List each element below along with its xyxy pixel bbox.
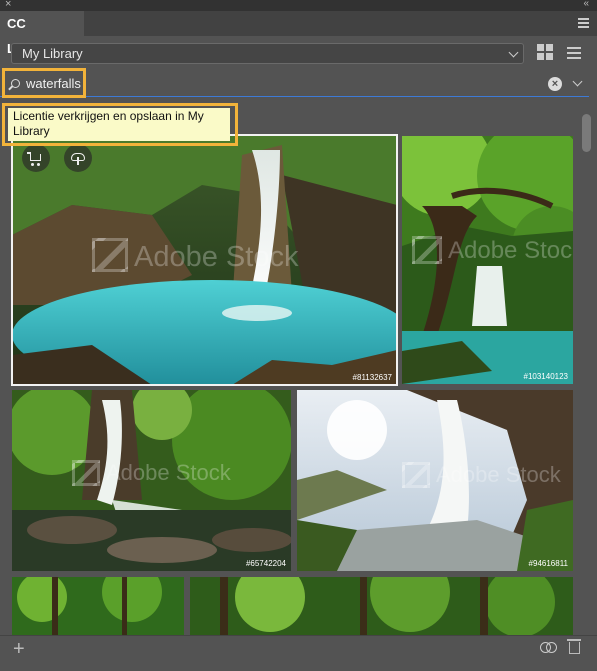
close-panel-icon[interactable]: ×	[5, 0, 11, 10]
stock-image	[190, 577, 573, 635]
library-dropdown[interactable]: My Library	[11, 43, 524, 64]
panel-footer	[0, 635, 597, 671]
library-dropdown-value: My Library	[22, 46, 83, 61]
search-bar	[0, 71, 589, 97]
license-tooltip: Licentie verkrijgen en opslaan in My Lib…	[8, 108, 230, 141]
image-id: #65742204	[245, 559, 286, 568]
stock-image-tile[interactable]: Adobe Stock #103140123	[402, 136, 573, 384]
panel-tab-bar: CC Libraries	[0, 11, 597, 56]
license-cart-icon[interactable]	[22, 144, 50, 172]
tab-cc-libraries[interactable]: CC Libraries	[0, 11, 84, 56]
stock-image-tile[interactable]: Adobe Stock #94616811	[297, 390, 573, 571]
stock-image	[12, 577, 184, 635]
clear-search-icon[interactable]: ×	[548, 77, 562, 91]
creative-cloud-sync-icon[interactable]	[540, 641, 558, 655]
panel-top-strip: × «	[0, 0, 597, 11]
list-view-button[interactable]	[563, 42, 585, 64]
stock-image-tile[interactable]	[12, 577, 184, 635]
grid-view-button[interactable]	[535, 42, 557, 64]
panel-menu-icon[interactable]	[578, 18, 589, 28]
stock-watermark: Adobe Stock	[402, 462, 561, 488]
image-id: #81132637	[352, 373, 392, 382]
stock-image-tile[interactable]: Adobe Stock #65742204	[12, 390, 291, 571]
stock-watermark: Adobe Stock	[92, 238, 298, 274]
save-to-library-icon[interactable]	[64, 144, 92, 172]
stock-watermark: Adobe Stock	[412, 236, 573, 265]
scrollbar[interactable]	[582, 108, 591, 633]
collapse-panel-icon[interactable]: «	[583, 0, 589, 9]
trash-icon[interactable]	[567, 639, 581, 654]
stock-image-tile[interactable]	[190, 577, 573, 635]
stock-image-tile[interactable]: Adobe Stock #81132637	[11, 134, 398, 386]
tooltip-highlight-box: Licentie verkrijgen en opslaan in My Lib…	[2, 103, 238, 146]
image-id: #94616811	[528, 559, 568, 568]
image-id: #103140123	[523, 372, 569, 381]
search-highlight-box	[2, 68, 86, 98]
chevron-down-icon	[508, 47, 519, 58]
stock-watermark: Adobe Stock	[72, 460, 231, 486]
scrollbar-thumb[interactable]	[582, 114, 591, 152]
add-icon[interactable]: +	[13, 639, 25, 659]
